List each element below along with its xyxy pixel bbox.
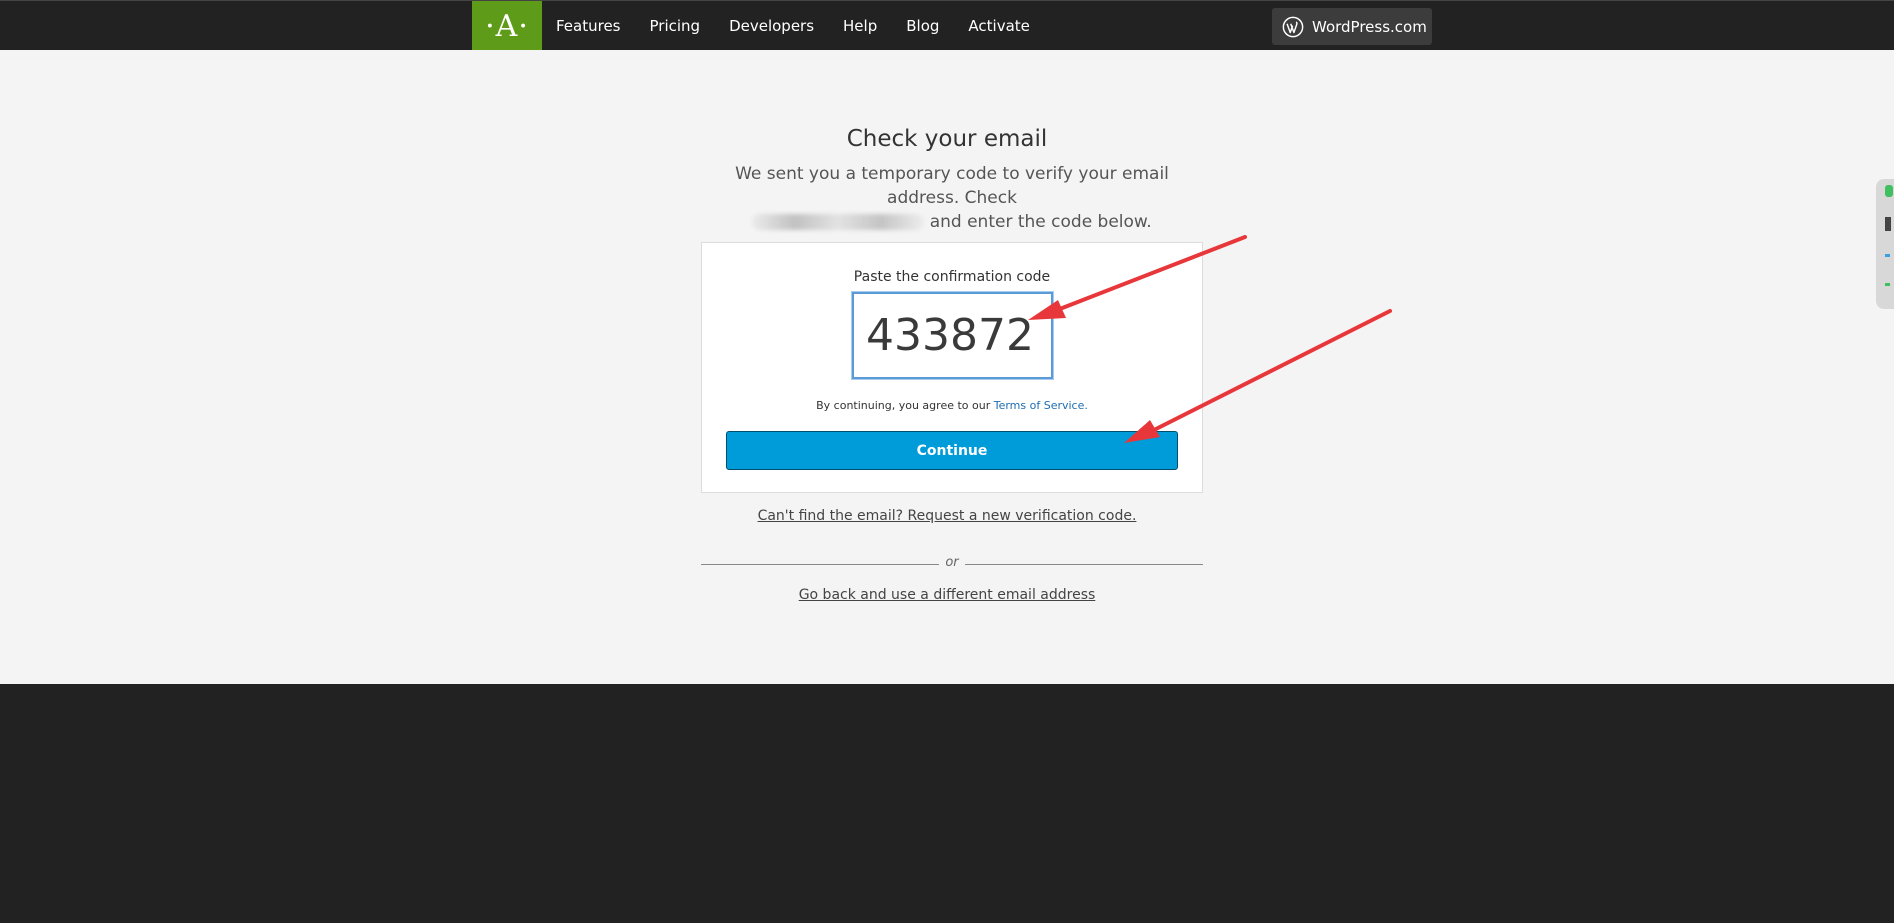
wordpress-label: WordPress.com [1312, 17, 1427, 36]
terms-of-service-link[interactable]: Terms of Service. [994, 399, 1088, 412]
instructions-line-1: We sent you a temporary code to verify y… [735, 164, 1169, 208]
resend-code-link-row: Can't find the email? Request a new veri… [0, 508, 1894, 524]
side-widget-tab[interactable] [1876, 179, 1894, 309]
main-content: Check your email We sent you a temporary… [0, 50, 1894, 684]
instructions-line-2: and enter the code below. [924, 212, 1152, 232]
top-nav-bar: ·A· Features Pricing Developers Help Blo… [0, 0, 1894, 51]
wordpress-login-button[interactable]: WordPress.com [1272, 8, 1432, 45]
widget-counter-mark [1885, 217, 1891, 231]
main-nav: Features Pricing Developers Help Blog Ac… [556, 1, 1059, 51]
nav-item-pricing[interactable]: Pricing [650, 17, 701, 35]
resend-code-link[interactable]: Can't find the email? Request a new veri… [758, 508, 1137, 524]
terms-prefix: By continuing, you agree to our [816, 399, 994, 412]
different-email-link[interactable]: Go back and use a different email addres… [799, 587, 1096, 603]
nav-item-developers[interactable]: Developers [729, 17, 814, 35]
continue-button[interactable]: Continue [726, 431, 1178, 470]
widget-down-icon [1885, 283, 1890, 286]
widget-up-icon [1885, 254, 1890, 257]
verification-card: Paste the confirmation code By continuin… [701, 242, 1203, 493]
redacted-email [752, 214, 925, 230]
wordpress-icon [1282, 16, 1304, 37]
terms-notice: By continuing, you agree to our Terms of… [702, 399, 1202, 412]
site-logo[interactable]: ·A· [472, 1, 542, 51]
confirmation-code-input[interactable] [852, 292, 1053, 379]
page-title: Check your email [846, 126, 1048, 152]
page: ·A· Features Pricing Developers Help Blo… [0, 0, 1894, 923]
nav-item-activate[interactable]: Activate [968, 17, 1029, 35]
nav-item-blog[interactable]: Blog [906, 17, 939, 35]
nav-item-help[interactable]: Help [843, 17, 877, 35]
nav-item-features[interactable]: Features [556, 17, 621, 35]
or-divider: or [701, 555, 1203, 575]
back-link-row: Go back and use a different email addres… [0, 587, 1894, 603]
widget-green-icon [1885, 185, 1893, 197]
verify-instructions: We sent you a temporary code to verify y… [697, 162, 1207, 234]
or-text: or [945, 555, 959, 570]
code-field-label: Paste the confirmation code [853, 269, 1051, 285]
